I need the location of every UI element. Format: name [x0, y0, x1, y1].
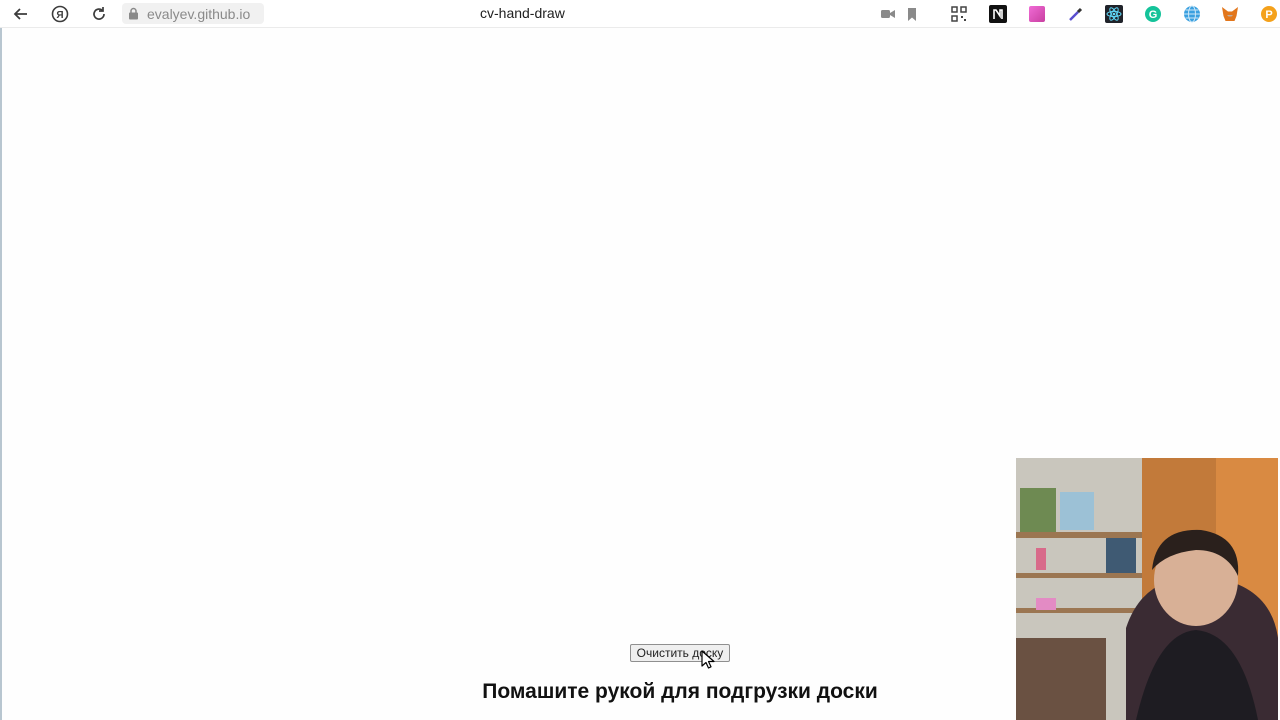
- svg-text:P: P: [1265, 9, 1272, 21]
- bookmark-icon[interactable]: [903, 5, 921, 23]
- react-icon[interactable]: [1105, 5, 1123, 23]
- camera-icon[interactable]: [879, 5, 897, 23]
- coin-icon[interactable]: P: [1260, 5, 1278, 23]
- address-bar[interactable]: evalyev.github.io: [122, 3, 264, 24]
- grammarly-icon[interactable]: G: [1144, 5, 1162, 23]
- webcam-preview: [1016, 458, 1278, 720]
- lock-icon: [129, 7, 138, 20]
- mouse-cursor-icon: [701, 650, 715, 669]
- wave-hint: Помашите рукой для подгрузки доски: [482, 680, 878, 703]
- metamask-icon[interactable]: [1221, 5, 1239, 23]
- svg-text:G: G: [1149, 9, 1158, 21]
- tab-title: cv-hand-draw: [480, 5, 565, 21]
- back-icon[interactable]: [11, 4, 31, 24]
- address-url: evalyev.github.io: [147, 5, 251, 22]
- reload-icon[interactable]: [89, 4, 109, 24]
- notion-icon[interactable]: [989, 5, 1007, 23]
- pipette-icon[interactable]: [1067, 5, 1085, 23]
- browser-toolbar: Я evalyev.github.io cv-hand-draw G P: [0, 0, 1280, 28]
- qr-icon[interactable]: [950, 5, 968, 23]
- globe-icon[interactable]: [1183, 5, 1201, 23]
- gradient-icon[interactable]: [1028, 5, 1046, 23]
- svg-text:Я: Я: [56, 10, 63, 21]
- yandex-icon[interactable]: Я: [50, 4, 70, 24]
- clear-board-button[interactable]: Очистить доску: [630, 644, 730, 662]
